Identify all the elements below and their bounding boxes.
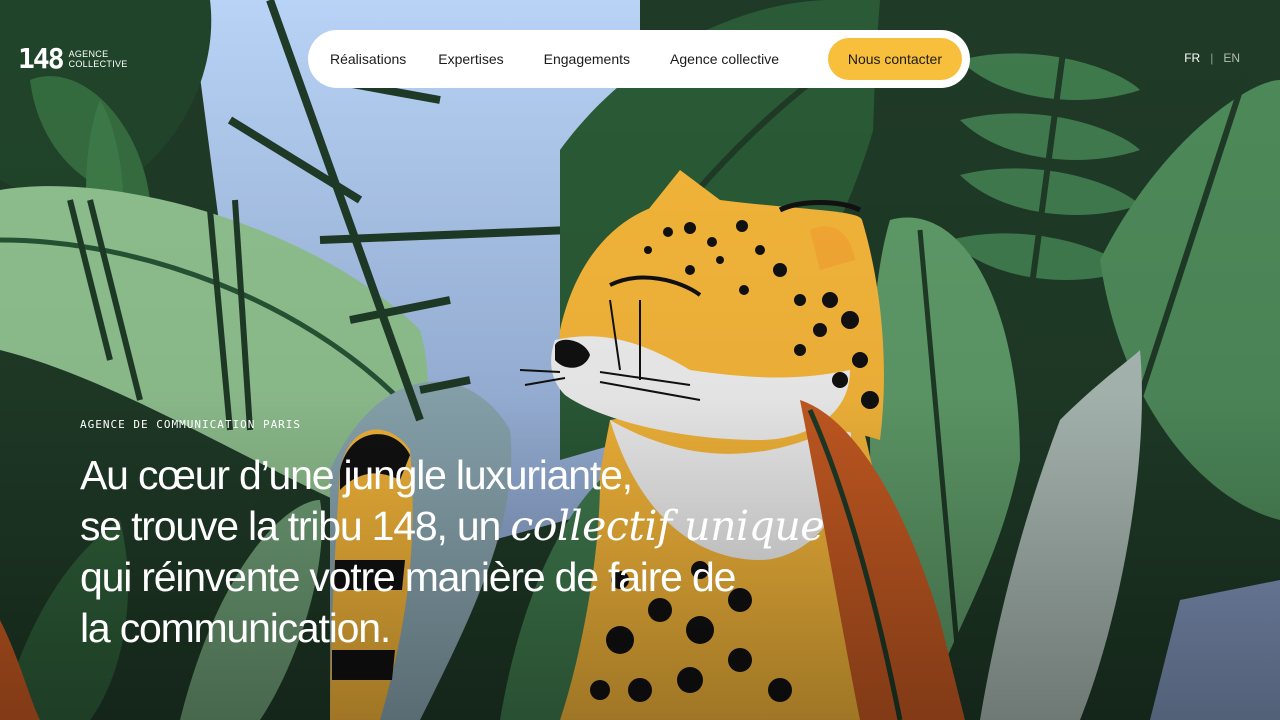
lang-fr-link[interactable]: FR <box>1184 51 1200 65</box>
nav-item-realisations[interactable]: Réalisations <box>330 51 426 67</box>
logo-wordmark: AGENCE COLLECTIVE <box>69 49 128 69</box>
contact-button[interactable]: Nous contacter <box>827 38 962 80</box>
headline-line-2: se trouve la tribu 148, un <box>80 503 511 549</box>
nav-item-agence-collective[interactable]: Agence collective <box>670 51 779 67</box>
logo[interactable]: 148 AGENCE COLLECTIVE <box>18 44 128 74</box>
logo-number: 148 <box>18 42 65 75</box>
nav-item-engagements[interactable]: Engagements <box>544 51 650 67</box>
headline-emphasis: collectif unique <box>510 502 825 550</box>
hero-headline: Au cœur d’une jungle luxuriante, se trou… <box>80 450 840 654</box>
main-nav: Réalisations Expertises Engagements Agen… <box>308 30 970 88</box>
headline-line-1: Au cœur d’une jungle luxuriante, <box>80 452 633 498</box>
headline-line-4: la communication. <box>80 605 391 651</box>
nav-item-expertises[interactable]: Expertises <box>438 51 523 67</box>
hero-eyebrow: AGENCE DE COMMUNICATION PARIS <box>80 418 302 431</box>
logo-line-1: AGENCE <box>68 49 109 59</box>
logo-line-2: COLLECTIVE <box>68 59 128 69</box>
headline-line-3: qui réinvente votre manière de faire de <box>80 554 736 600</box>
language-switcher: FR | EN <box>1184 51 1240 65</box>
lang-en-link[interactable]: EN <box>1223 51 1240 65</box>
lang-separator: | <box>1210 51 1214 65</box>
